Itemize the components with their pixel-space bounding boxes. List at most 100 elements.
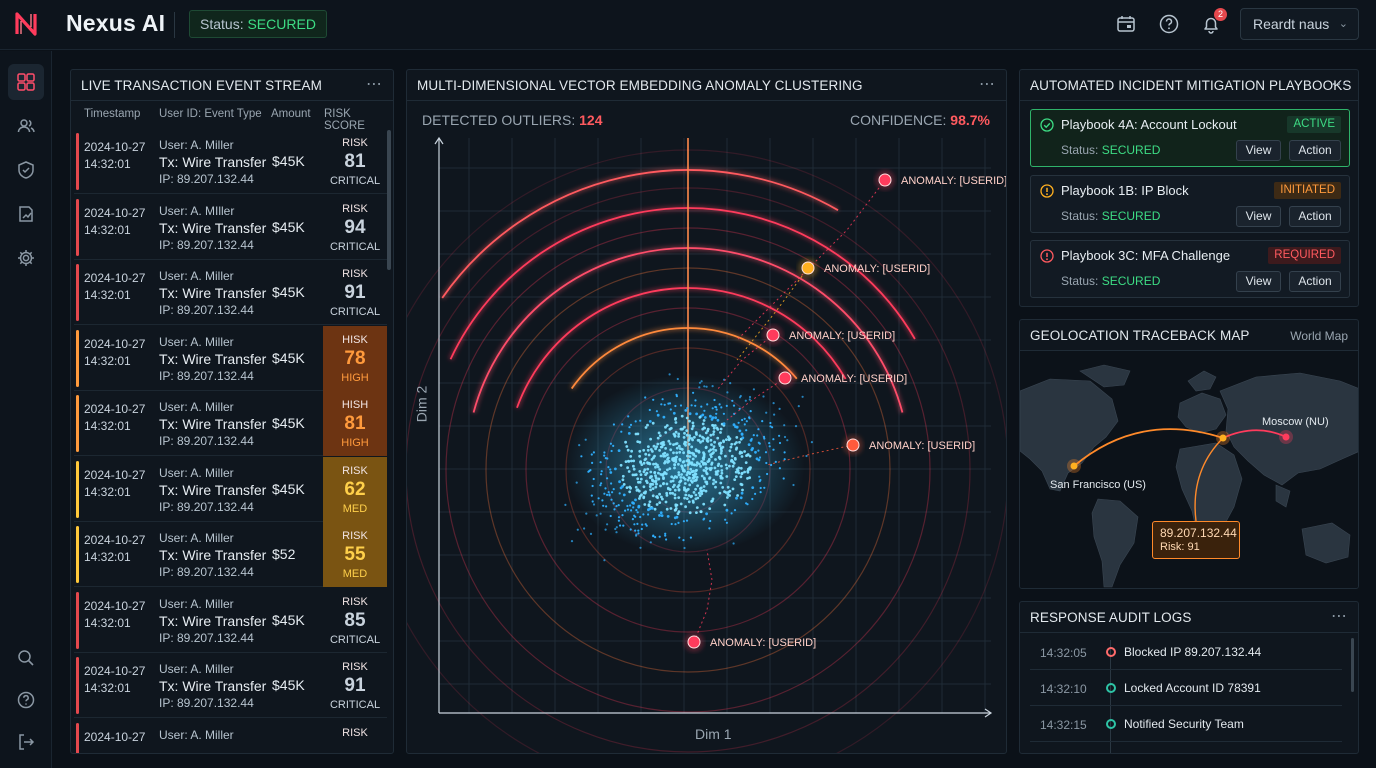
playbook-card[interactable]: Playbook 1B: IP Block INITIATED Status: SE… <box>1030 174 1350 233</box>
cluster-point <box>703 416 707 419</box>
glow-arc <box>441 169 839 299</box>
cluster-point <box>614 527 617 531</box>
cluster-point <box>722 440 725 444</box>
cluster-point <box>618 480 621 484</box>
cluster-point <box>687 476 691 479</box>
table-row[interactable]: 2024-10-27 14:32:01 User: A. Miller Tx: Wir… <box>74 260 387 325</box>
cluster-point <box>683 425 686 429</box>
cluster-point <box>783 435 787 439</box>
anomaly-point <box>766 328 780 342</box>
table-row[interactable]: 2024-10-27 User: A. Miller RISK <box>74 718 387 753</box>
sidebar-item-settings[interactable] <box>8 240 44 276</box>
cluster-point <box>677 471 681 474</box>
sidebar-item-search[interactable] <box>8 640 44 676</box>
cluster-point <box>662 415 666 419</box>
cluster-point <box>698 434 702 438</box>
sidebar-item-reports[interactable] <box>8 196 44 232</box>
help-icon[interactable] <box>1158 13 1180 35</box>
cluster-point <box>620 430 623 433</box>
risk-score: 81 <box>344 151 366 172</box>
cluster-point <box>634 498 637 502</box>
table-row[interactable]: 2024-10-27 14:32:01 User: A. MIller Tx: Wir… <box>74 194 387 260</box>
column-header-amount[interactable]: Amount <box>271 108 311 120</box>
cluster-point <box>632 464 635 468</box>
table-row[interactable]: 2024-10-27 14:32:01 User: A. Miller Tx: Wir… <box>74 653 387 718</box>
panel-title: RESPONSE AUDIT LOGS <box>1030 610 1192 625</box>
cluster-point <box>599 461 602 464</box>
shield-icon <box>18 161 34 179</box>
sidebar-item-logout[interactable] <box>8 724 44 760</box>
sidebar-item-help[interactable] <box>8 682 44 718</box>
cluster-point <box>738 440 741 444</box>
action-button[interactable]: Action <box>1289 205 1341 227</box>
cluster-point <box>689 467 693 471</box>
cluster-point <box>683 442 686 446</box>
cluster-point <box>688 511 692 515</box>
cluster-point <box>774 460 777 463</box>
cluster-point <box>710 418 714 421</box>
sidebar-item-security[interactable] <box>8 152 44 188</box>
sidebar-item-users[interactable] <box>8 108 44 144</box>
table-row[interactable]: 2024-10-27 14:32:01 User: A. Miller Tx: Wir… <box>74 129 387 194</box>
view-button[interactable]: View <box>1236 271 1281 292</box>
table-row[interactable]: 2024-10-27 14:32:01 User: A. Miller Tx: Wir… <box>74 391 387 456</box>
cluster-point <box>679 502 683 506</box>
cluster-point <box>719 447 723 451</box>
view-button[interactable]: View <box>1236 140 1281 161</box>
cluster-point <box>720 469 724 472</box>
cluster-point <box>597 497 600 500</box>
cluster-point <box>768 442 771 445</box>
more-options-icon[interactable]: ⋯ <box>366 74 383 94</box>
anomaly-point <box>801 261 815 275</box>
cluster-point <box>665 482 669 486</box>
cluster-point <box>667 439 671 443</box>
cluster-point <box>639 515 642 519</box>
playbook-status-value: SECURED <box>1101 208 1161 223</box>
table-row[interactable]: 2024-10-27 14:32:01 User: A. Miller Tx: Wir… <box>74 456 387 522</box>
scrollbar[interactable] <box>1351 638 1354 692</box>
cluster-point <box>674 418 677 421</box>
cluster-point <box>644 523 647 526</box>
cluster-point <box>694 404 697 407</box>
ip-risk-tooltip[interactable]: 89.207.132.44 Risk: 91 <box>1152 521 1240 559</box>
cluster-point <box>653 507 657 511</box>
cluster-point <box>669 448 673 452</box>
more-options-icon[interactable]: ⋯ <box>1331 606 1348 626</box>
playbook-card[interactable]: Playbook 4A: Account Lockout ACTIVE Status… <box>1030 109 1350 167</box>
column-header-timestamp[interactable]: Timestamp <box>84 108 140 120</box>
cluster-point <box>664 460 667 463</box>
cluster-point <box>740 483 744 487</box>
table-row[interactable]: 2024-10-27 14:32:01 User: A. Miller Tx: Wir… <box>74 522 387 587</box>
calendar-wallet-icon[interactable] <box>1115 13 1137 35</box>
sidebar-item-dashboard[interactable] <box>8 64 44 100</box>
cluster-point <box>635 509 638 512</box>
cluster-point <box>632 467 636 471</box>
log-entry[interactable]: 14:32:10 Locked Account ID 78391 <box>1030 670 1342 706</box>
more-options-icon[interactable]: ⋯ <box>1331 74 1348 94</box>
cluster-point <box>643 458 647 462</box>
user-menu[interactable]: Reardt naus ⌄ <box>1240 8 1359 40</box>
scrollbar[interactable] <box>387 130 391 270</box>
action-button[interactable]: Action <box>1289 271 1341 292</box>
log-entry[interactable]: 14:32:05 Blocked IP 89.207.132.44 <box>1030 634 1342 670</box>
anomaly-point <box>778 371 792 385</box>
log-entry[interactable]: 14:32:15 Notified Security Team <box>1030 706 1342 742</box>
table-row[interactable]: 2024-10-27 14:32:01 User: A. Miller Tx: Wir… <box>74 587 387 653</box>
action-button[interactable]: Action <box>1289 140 1341 161</box>
cluster-point <box>692 491 696 494</box>
timestamp-date: 2024-10-27 <box>84 336 146 351</box>
cluster-point <box>637 529 640 532</box>
map-type-label[interactable]: World Map <box>1290 329 1348 343</box>
column-header-user-event[interactable]: User ID: Event Type <box>159 108 262 120</box>
table-row[interactable]: 2024-10-27 14:32:01 User: A. Miller Tx: Wir… <box>74 325 387 391</box>
cluster-point <box>743 470 746 474</box>
cluster-point <box>663 403 666 406</box>
view-button[interactable]: View <box>1236 205 1281 227</box>
playbook-card[interactable]: Playbook 3C: MFA Challenge REQUIRED Status… <box>1030 240 1350 298</box>
cluster-point <box>654 462 658 466</box>
cluster-point <box>743 423 746 426</box>
cluster-point <box>677 484 681 487</box>
cluster-point <box>622 493 626 497</box>
embedding-scatter-plot[interactable]: ANOMALY: [USERID] ANOMALY: [USERID] ANOMAL… <box>407 70 1007 754</box>
cluster-point <box>665 424 669 427</box>
